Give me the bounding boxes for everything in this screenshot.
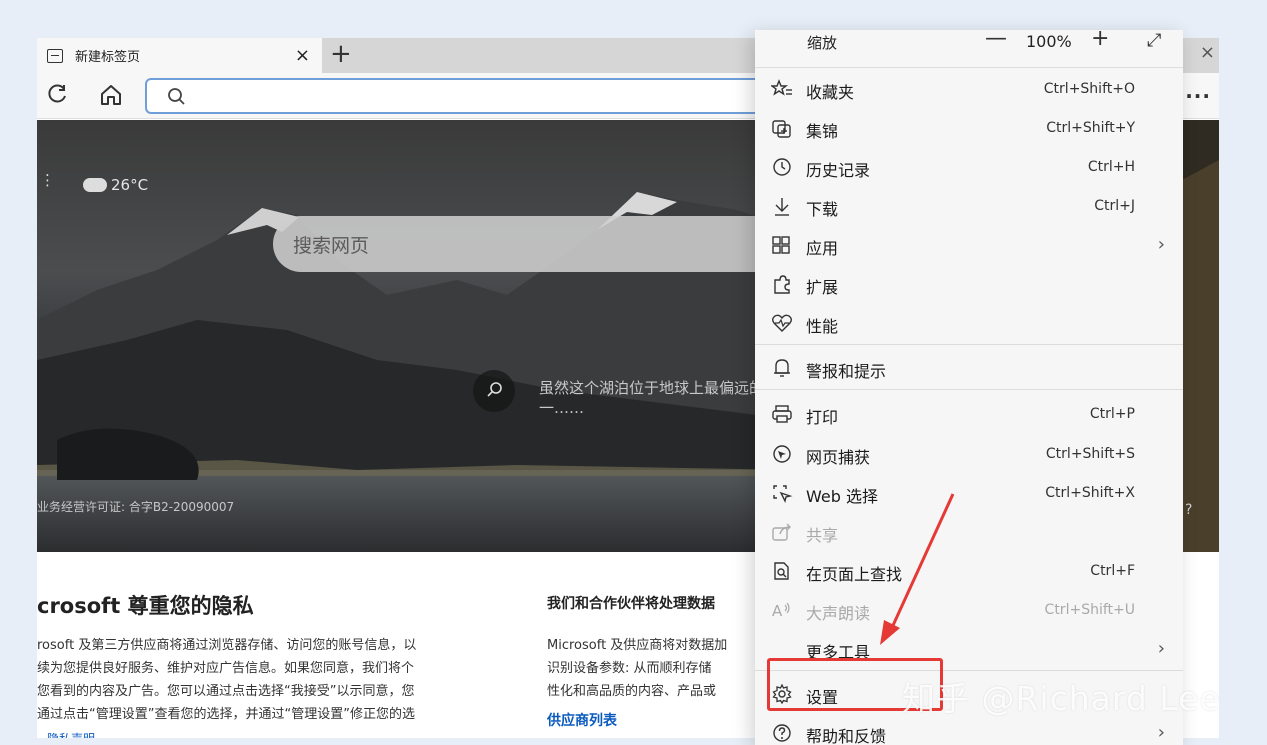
annotation-arrow (880, 493, 955, 645)
watermark: 知乎 @Richard Lee (902, 679, 1221, 718)
